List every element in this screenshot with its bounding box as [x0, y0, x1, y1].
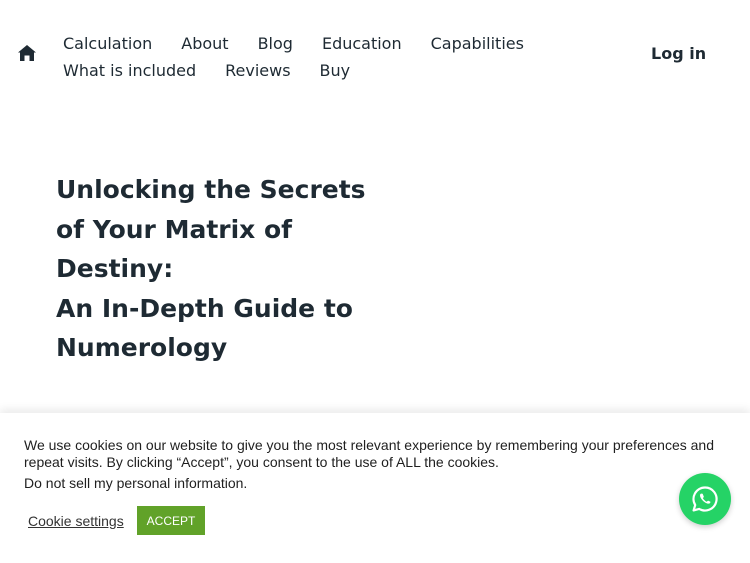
do-not-sell-link[interactable]: Do not sell my personal information.: [24, 475, 247, 491]
home-icon[interactable]: [17, 44, 37, 62]
cookie-banner: We use cookies on our website to give yo…: [0, 413, 750, 563]
main-nav: Calculation About Blog Education Capabil…: [63, 30, 533, 84]
whatsapp-button[interactable]: [679, 473, 731, 525]
page-title-line: Numerology: [56, 333, 228, 362]
nav-item-blog[interactable]: Blog: [258, 34, 293, 53]
whatsapp-icon: [692, 486, 718, 512]
page-title-line: Unlocking the Secrets: [56, 175, 366, 204]
page-title-line: Destiny:: [56, 254, 174, 283]
nav-item-reviews[interactable]: Reviews: [225, 61, 290, 80]
page-title-line: An In-Depth Guide to: [56, 293, 353, 323]
nav-row-1: Calculation About Blog Education Capabil…: [63, 30, 533, 57]
page: Calculation About Blog Education Capabil…: [0, 0, 750, 563]
nav-item-capabilities[interactable]: Capabilities: [431, 34, 524, 53]
page-title: Unlocking the Secrets of Your Matrix of …: [56, 170, 366, 368]
cookie-settings-link[interactable]: Cookie settings: [28, 513, 124, 529]
nav-item-buy[interactable]: Buy: [320, 61, 351, 80]
nav-item-education[interactable]: Education: [322, 34, 402, 53]
nav-item-about[interactable]: About: [181, 34, 228, 53]
cookie-message-container: We use cookies on our website to give yo…: [24, 437, 714, 471]
accept-cookies-button[interactable]: ACCEPT: [137, 506, 205, 535]
cookie-message: We use cookies on our website to give yo…: [24, 437, 714, 470]
login-link[interactable]: Log in: [651, 44, 706, 63]
nav-row-2: What is included Reviews Buy: [63, 57, 533, 84]
nav-item-calculation[interactable]: Calculation: [63, 34, 152, 53]
nav-item-what-is-included[interactable]: What is included: [63, 61, 196, 80]
page-title-line: of Your Matrix of: [56, 214, 293, 244]
